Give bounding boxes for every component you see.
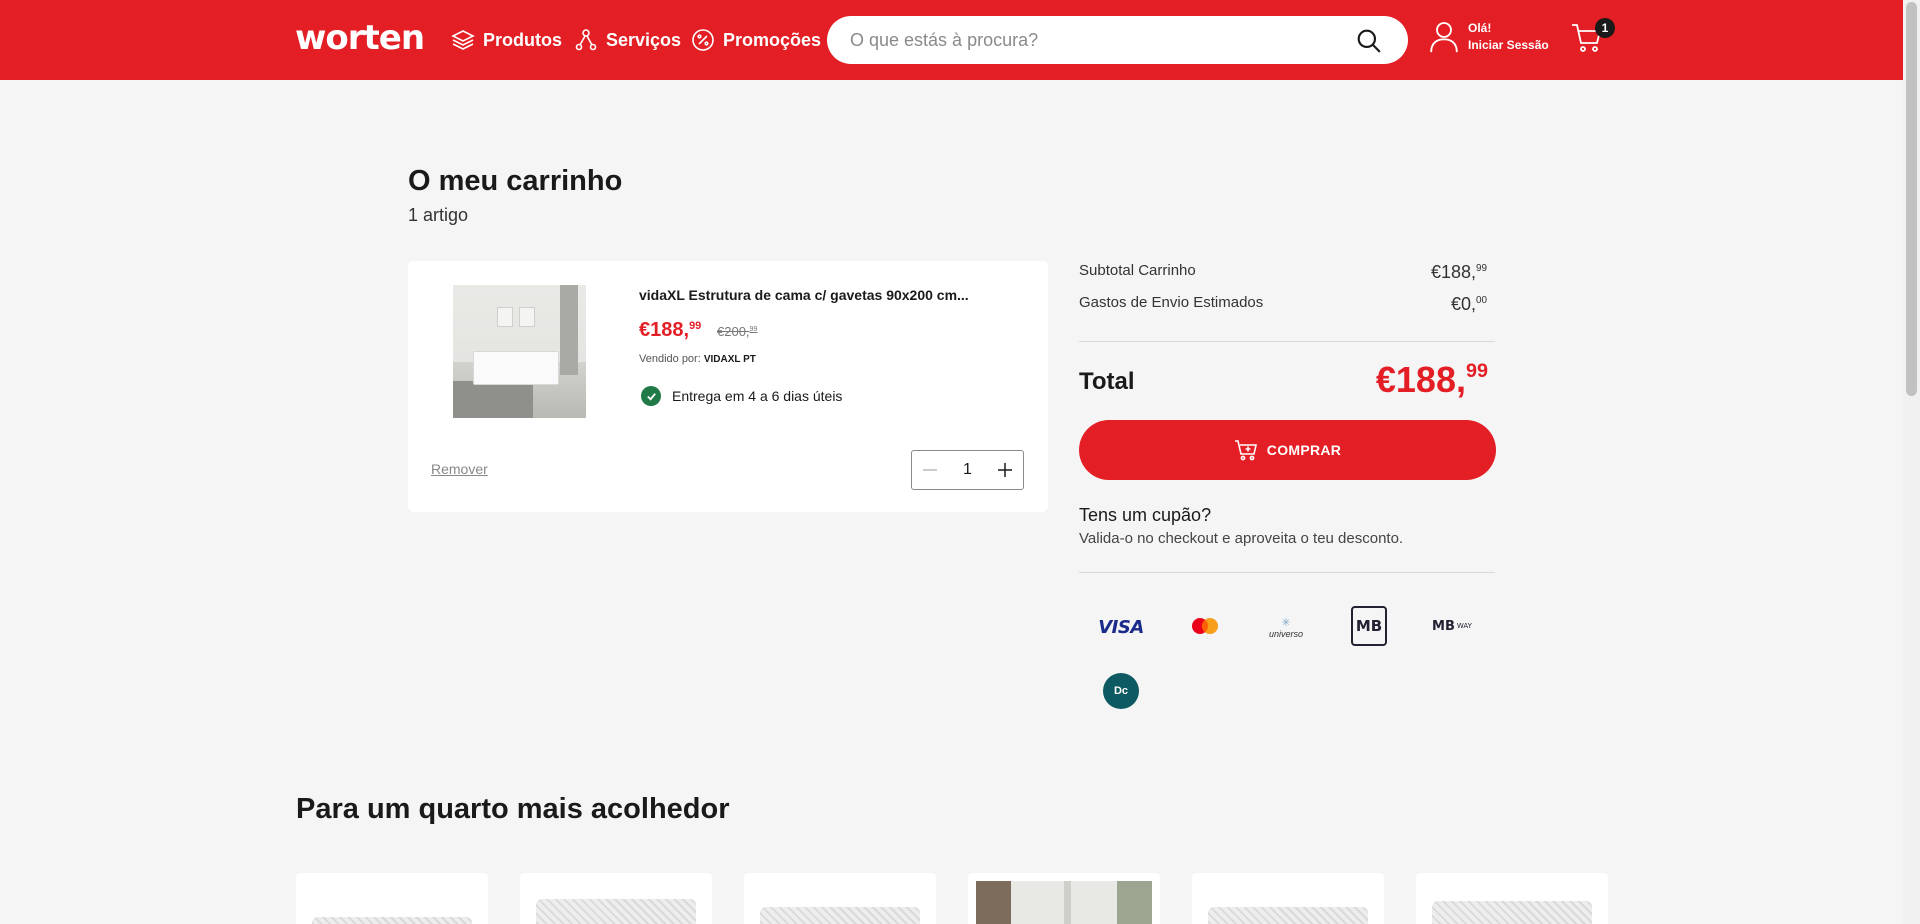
page-scrollbar[interactable] [1903,0,1920,924]
mattress-image [536,899,696,924]
seller-label: Vendido por: [639,353,701,365]
mattress-image [760,907,920,924]
worten-logo[interactable]: worten [295,18,425,58]
visa-logo: VISA [1098,616,1144,638]
shipping-label: Gastos de Envio Estimados [1079,294,1264,311]
wall-picture-decoration [519,307,535,327]
subtotal-label: Subtotal Carrinho [1079,262,1196,279]
decrease-quantity-button[interactable] [912,451,948,489]
product-card[interactable] [968,873,1160,924]
mbway-way: WAY [1456,622,1472,630]
account-login-label: Iniciar Sessão [1468,38,1549,52]
cart-add-icon [1234,440,1257,461]
services-icon [575,29,597,51]
total-integer: €188, [1375,359,1466,400]
curtain-decoration [560,285,578,375]
product-card[interactable] [296,873,488,924]
old-price-integer: €200, [717,324,750,339]
mastercard-logo [1190,614,1220,638]
shipping-integer: €0, [1450,294,1477,314]
price-decimals: 99 [689,320,702,332]
nav-produtos-label: Produtos [483,29,562,50]
search-bar [827,16,1408,64]
increase-quantity-button[interactable] [987,451,1023,489]
universo-text: universo [1268,628,1304,639]
seller-info: Vendido por: VIDAXL PT [639,353,756,365]
seller-name: VIDAXL PT [703,354,756,365]
product-card[interactable] [744,873,936,924]
mbway-mb: MB [1432,618,1455,634]
subtotal-decimals: 99 [1476,263,1487,274]
remove-item-link[interactable]: Remover [431,461,488,477]
wardrobe-image [976,881,1152,924]
shipping-row: Gastos de Envio Estimados €0,00 [1079,294,1487,315]
nav-promocoes[interactable]: Promoções [691,27,821,53]
plus-icon [998,463,1012,477]
subtotal-value: €188,99 [1431,262,1487,283]
payments-divider [1079,572,1495,573]
subtotal-row: Subtotal Carrinho €188,99 [1079,262,1487,283]
product-old-price: €200,99 [717,324,758,339]
summary-divider [1079,341,1495,342]
cart-item-count: 1 artigo [408,205,469,225]
product-price: €188,99 [639,319,701,342]
nav-servicos-label: Serviços [606,29,682,50]
delivery-info: Entrega em 4 a 6 dias úteis [641,386,842,406]
cart-item-card: vidaXL Estrutura de cama c/ gavetas 90x2… [408,261,1048,512]
old-price-decimals: 99 [749,325,758,333]
price-integer: €188, [639,319,690,341]
search-input[interactable] [850,29,1330,51]
coupon-text: Valida-o no checkout e aproveita o teu d… [1079,530,1404,547]
wall-picture-decoration [497,307,513,327]
subtotal-integer: €188, [1430,262,1477,282]
mattress-image [1208,907,1368,924]
quantity-stepper: 1 [911,450,1024,490]
mattress-image [312,917,472,924]
search-icon[interactable] [1356,28,1382,54]
shipping-decimals: 00 [1476,295,1487,306]
page-title: O meu carrinho [408,165,623,197]
delivery-text: Entrega em 4 a 6 dias úteis [672,388,843,404]
product-name-link[interactable]: vidaXL Estrutura de cama c/ gavetas 90x2… [639,287,1009,303]
coupon-title: Tens um cupão? [1079,505,1212,525]
scrollbar-thumb[interactable] [1906,2,1917,396]
recommendations-title: Para um quarto mais acolhedor [296,793,730,825]
minus-icon [923,469,937,471]
multibanco-logo: MB [1351,606,1387,646]
layers-icon [451,30,475,50]
rug-decoration [453,381,533,418]
total-label: Total [1079,368,1135,395]
product-card[interactable] [520,873,712,924]
buy-label: COMPRAR [1266,442,1342,458]
product-image[interactable] [453,285,586,418]
product-card[interactable] [1192,873,1384,924]
nav-servicos[interactable]: Serviços [574,27,681,53]
universo-logo: ✳ universo [1263,612,1309,642]
quantity-value[interactable]: 1 [948,461,987,479]
cart-button[interactable]: 1 [1571,18,1615,58]
total-value: €188,99 [1310,359,1488,401]
universo-burst-icon: ✳ [1281,616,1291,629]
top-header: worten Produtos Serviços Promoções Olá! … [0,0,1903,80]
buy-button[interactable]: COMPRAR [1079,420,1496,480]
shipping-value: €0,00 [1451,294,1487,315]
nav-promocoes-label: Promoções [723,29,822,50]
mbway-logo: MB WAY [1430,614,1474,638]
bed-decoration [473,351,559,385]
account-login[interactable]: Olá! Iniciar Sessão [1430,20,1549,54]
percent-icon [692,29,714,51]
dc-pay-logo: Dc [1103,673,1139,709]
nav-produtos[interactable]: Produtos [451,27,562,53]
total-decimals: 99 [1465,360,1488,382]
account-greeting: Olá! [1468,21,1492,35]
check-icon [641,386,661,406]
mattress-image [1432,901,1592,924]
user-icon [1430,22,1458,53]
product-card[interactable] [1416,873,1608,924]
cart-count-badge: 1 [1595,18,1615,38]
